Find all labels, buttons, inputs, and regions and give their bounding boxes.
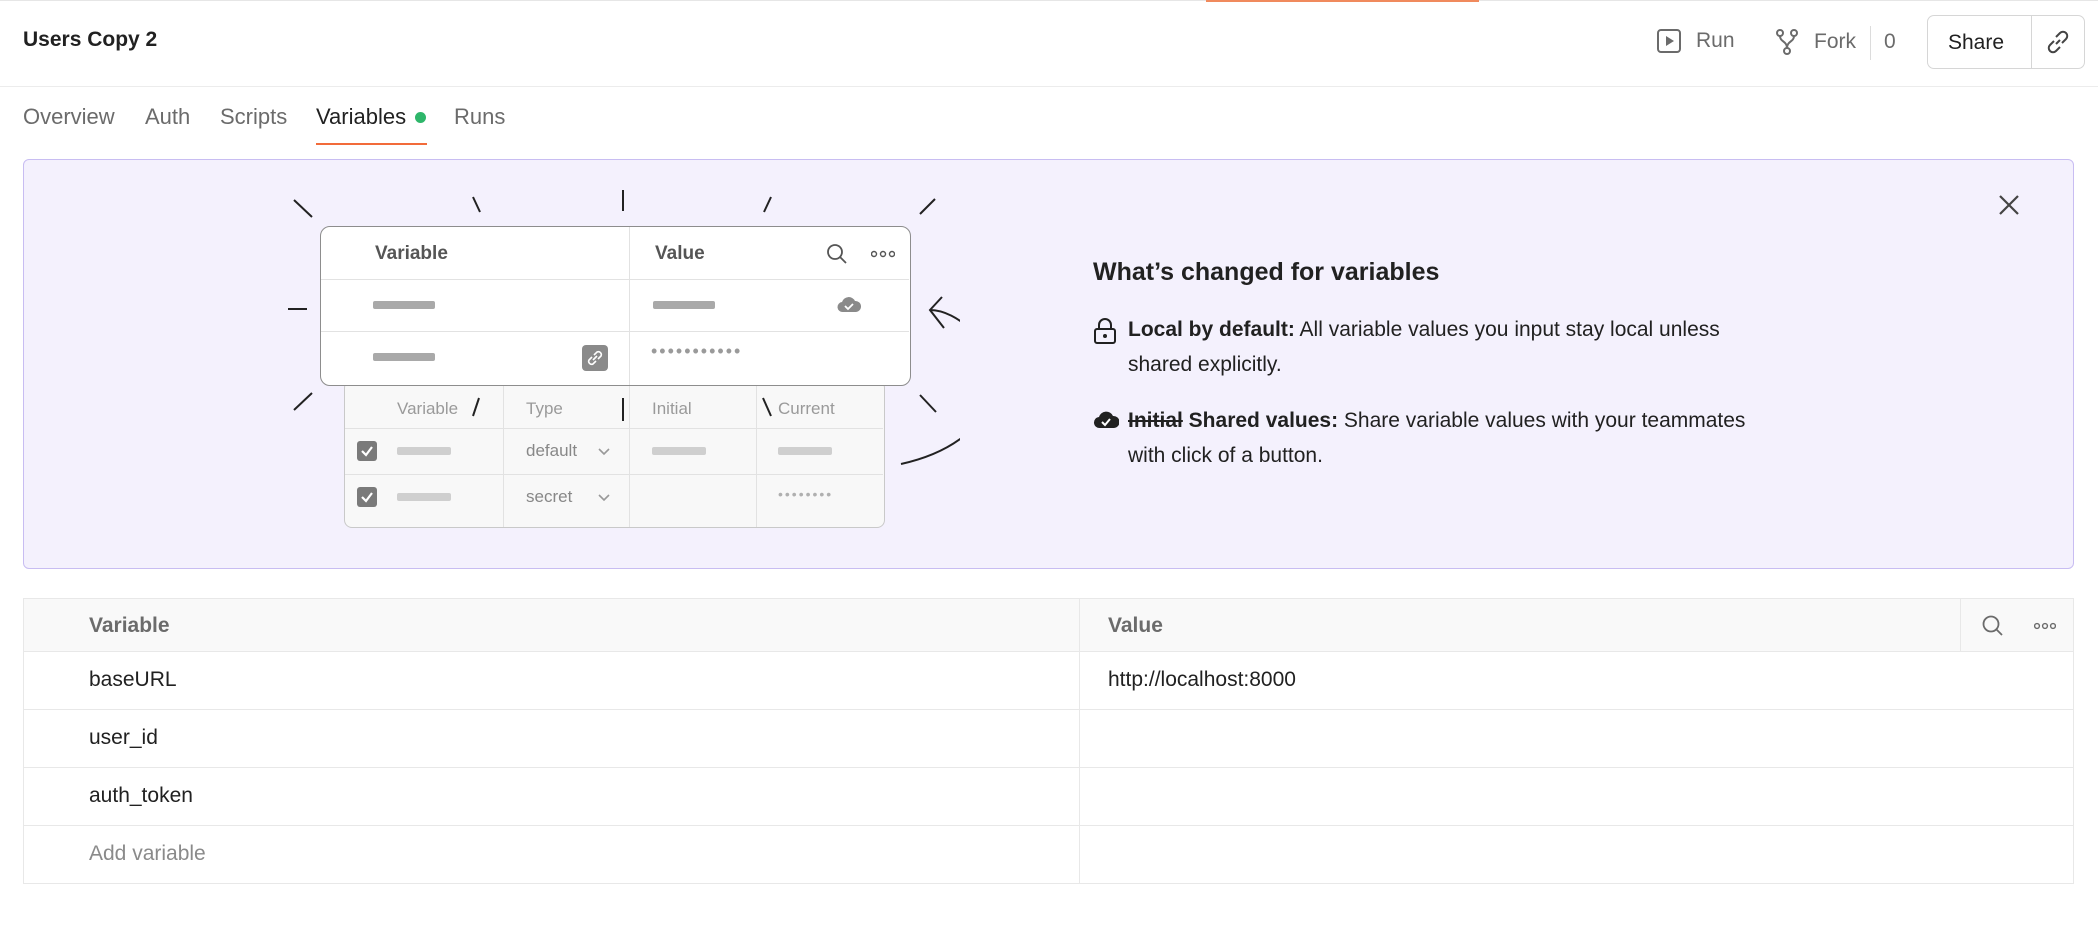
variable-name-cell[interactable]: baseURL: [89, 668, 177, 692]
table-row[interactable]: user_id: [23, 710, 2074, 768]
active-tab-indicator: [316, 143, 427, 145]
column-divider: [1079, 768, 1080, 825]
variable-value-cell[interactable]: http://localhost:8000: [1108, 668, 1296, 692]
column-header-value: Value: [1108, 614, 1163, 637]
placeholder-bar: [397, 493, 451, 501]
play-icon: [1657, 29, 1681, 53]
collection-title: Users Copy 2: [23, 28, 158, 51]
column-divider: [1960, 599, 1961, 651]
fork-label: Fork: [1814, 30, 1856, 53]
variable-name-cell[interactable]: user_id: [89, 726, 158, 750]
variable-name-cell[interactable]: auth_token: [89, 784, 193, 808]
share-button-group: Share: [1927, 15, 2085, 69]
illustration-decoration: [288, 190, 960, 465]
search-icon[interactable]: [1981, 614, 2005, 638]
table-row[interactable]: baseURL http://localhost:8000: [23, 652, 2074, 710]
column-divider: [1079, 710, 1080, 767]
more-options-icon[interactable]: [2034, 621, 2056, 631]
fork-count[interactable]: 0: [1884, 30, 1896, 54]
cloud-check-icon: [1093, 411, 1119, 429]
column-header-variable: Variable: [89, 614, 170, 637]
add-variable-row[interactable]: Add variable: [23, 826, 2074, 884]
banner-heading: What’s changed for variables: [1093, 258, 1440, 286]
fork-button[interactable]: Fork: [1774, 28, 1856, 56]
tab-runs[interactable]: Runs: [454, 104, 505, 130]
copy-link-icon[interactable]: [2044, 28, 2072, 56]
tab-scripts[interactable]: Scripts: [220, 104, 287, 130]
tab-auth[interactable]: Auth: [145, 104, 190, 130]
feature-local-title: Local by default:: [1128, 318, 1295, 341]
collection-header: Users Copy 2 Run Fork 0 Share: [0, 0, 2098, 87]
chevron-down-icon: [598, 494, 610, 502]
checkbox-checked-icon: [357, 487, 377, 507]
tab-variables[interactable]: Variables: [316, 104, 406, 130]
close-icon[interactable]: [1992, 188, 2026, 222]
column-divider: [1079, 826, 1080, 883]
column-divider: [1079, 599, 1080, 651]
run-label: Run: [1696, 29, 1735, 52]
run-button[interactable]: Run: [1656, 28, 1735, 54]
fork-icon: [1776, 29, 1798, 55]
feature-shared-title: Shared values:: [1182, 409, 1339, 432]
illus-masked-value: ••••••••: [778, 486, 834, 502]
share-divider: [2031, 16, 2032, 68]
feature-shared-struck-word: Initial: [1128, 409, 1183, 432]
column-divider: [1079, 652, 1080, 709]
table-row[interactable]: auth_token: [23, 768, 2074, 826]
illus-type-secret: secret: [526, 487, 573, 506]
share-button[interactable]: Share: [1948, 31, 2004, 55]
variables-status-dot: [415, 112, 426, 123]
add-variable-input[interactable]: Add variable: [89, 842, 206, 866]
table-header: Variable Value: [23, 598, 2074, 652]
feature-local-by-default: Local by default: All variable values yo…: [1093, 312, 1773, 382]
fork-divider: [1870, 26, 1871, 60]
lock-icon: [1094, 318, 1116, 344]
feature-shared-values: Initial Shared values: Share variable va…: [1093, 403, 1773, 473]
tab-overview[interactable]: Overview: [23, 104, 115, 130]
